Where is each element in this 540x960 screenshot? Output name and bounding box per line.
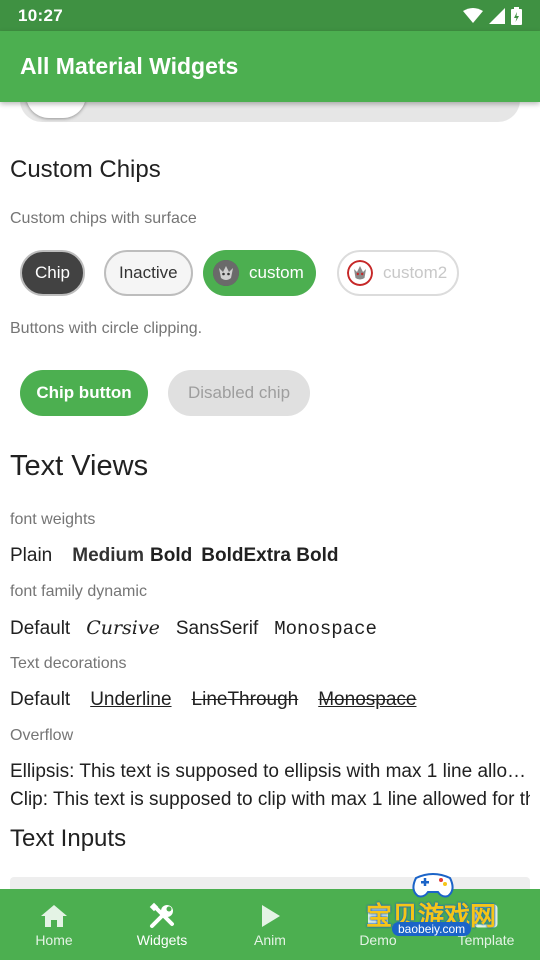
app-title: All Material Widgets	[20, 53, 239, 79]
weight-bold-2: Bold	[201, 545, 244, 566]
text-inputs-title: Text Inputs	[10, 825, 127, 852]
custom-chips-caption: Custom chips with surface	[10, 210, 197, 227]
decoration-underline-line-through: Monospace	[318, 689, 417, 710]
family-monospace: Monospace	[274, 618, 377, 640]
chip-dark[interactable]: Chip	[20, 250, 85, 296]
chip-avatar-icon	[213, 260, 239, 286]
ellipsis-text: Ellipsis: This text is supposed to ellip…	[10, 761, 530, 782]
watermark-logo: 宝贝游戏网 baobeiy.com	[358, 866, 508, 946]
status-time: 10:27	[18, 5, 63, 25]
signal-icon	[489, 7, 505, 24]
custom-chips-title: Custom Chips	[10, 156, 161, 183]
weight-bold: Bold	[150, 545, 193, 566]
chip-button[interactable]: Chip button	[20, 370, 148, 416]
decoration-line-through: LineThrough	[191, 689, 299, 710]
circle-buttons-caption: Buttons with circle clipping.	[10, 320, 203, 337]
overflow-caption: Overflow	[10, 727, 74, 744]
chip-label: Chip	[35, 263, 70, 282]
weight-plain: Plain	[10, 545, 53, 566]
chip-custom[interactable]: custom	[203, 250, 316, 296]
status-bar: 10:27	[0, 0, 540, 31]
clip-text: Clip: This text is supposed to clip with…	[10, 789, 530, 810]
home-icon	[38, 902, 70, 930]
app-bar: All Material Widgets	[0, 31, 540, 102]
family-sans-serif: SansSerif	[175, 618, 259, 639]
text-decorations-caption: Text decorations	[10, 655, 127, 672]
family-default: Default	[10, 618, 71, 639]
chip-label: Inactive	[119, 263, 178, 282]
battery-icon	[511, 6, 522, 25]
font-family-row: Default Cursive SansSerif Monospace	[10, 617, 393, 640]
text-decorations-row: Default Underline LineThrough Monospace	[10, 689, 432, 711]
font-family-caption: font family dynamic	[10, 583, 147, 600]
decoration-underline: Underline	[90, 689, 172, 710]
weight-extra-bold: Extra Bold	[243, 545, 339, 566]
chip-label: custom2	[383, 263, 448, 282]
chip-avatar-icon	[347, 260, 373, 286]
chip-inactive[interactable]: Inactive	[104, 250, 193, 296]
widgets-icon	[146, 902, 178, 930]
status-icons	[463, 6, 522, 25]
decoration-default: Default	[10, 689, 71, 710]
wifi-icon	[463, 7, 483, 23]
watermark-url: baobeiy.com	[392, 922, 472, 936]
nav-label: Anim	[254, 931, 286, 948]
font-weights-row: Plain Medium Bold BoldExtra Bold	[10, 545, 355, 567]
nav-label: Widgets	[136, 931, 188, 948]
content-scroll[interactable]: Custom Chips Custom chips with surface C…	[0, 102, 540, 889]
family-cursive: Cursive	[86, 617, 160, 639]
text-views-title: Text Views	[10, 450, 149, 482]
nav-label: Home	[35, 931, 73, 948]
play-icon	[254, 902, 286, 930]
chip-custom2[interactable]: custom2	[337, 250, 460, 296]
weight-medium: Medium	[72, 545, 145, 566]
disabled-chip-button[interactable]: Disabled chip	[168, 370, 310, 416]
nav-item-widgets[interactable]: Widgets	[108, 889, 216, 960]
font-weights-caption: font weights	[10, 511, 96, 528]
nav-item-home[interactable]: Home	[0, 889, 108, 960]
slider-track[interactable]	[20, 102, 520, 122]
nav-item-anim[interactable]: Anim	[216, 889, 324, 960]
chip-label: custom	[249, 263, 304, 282]
